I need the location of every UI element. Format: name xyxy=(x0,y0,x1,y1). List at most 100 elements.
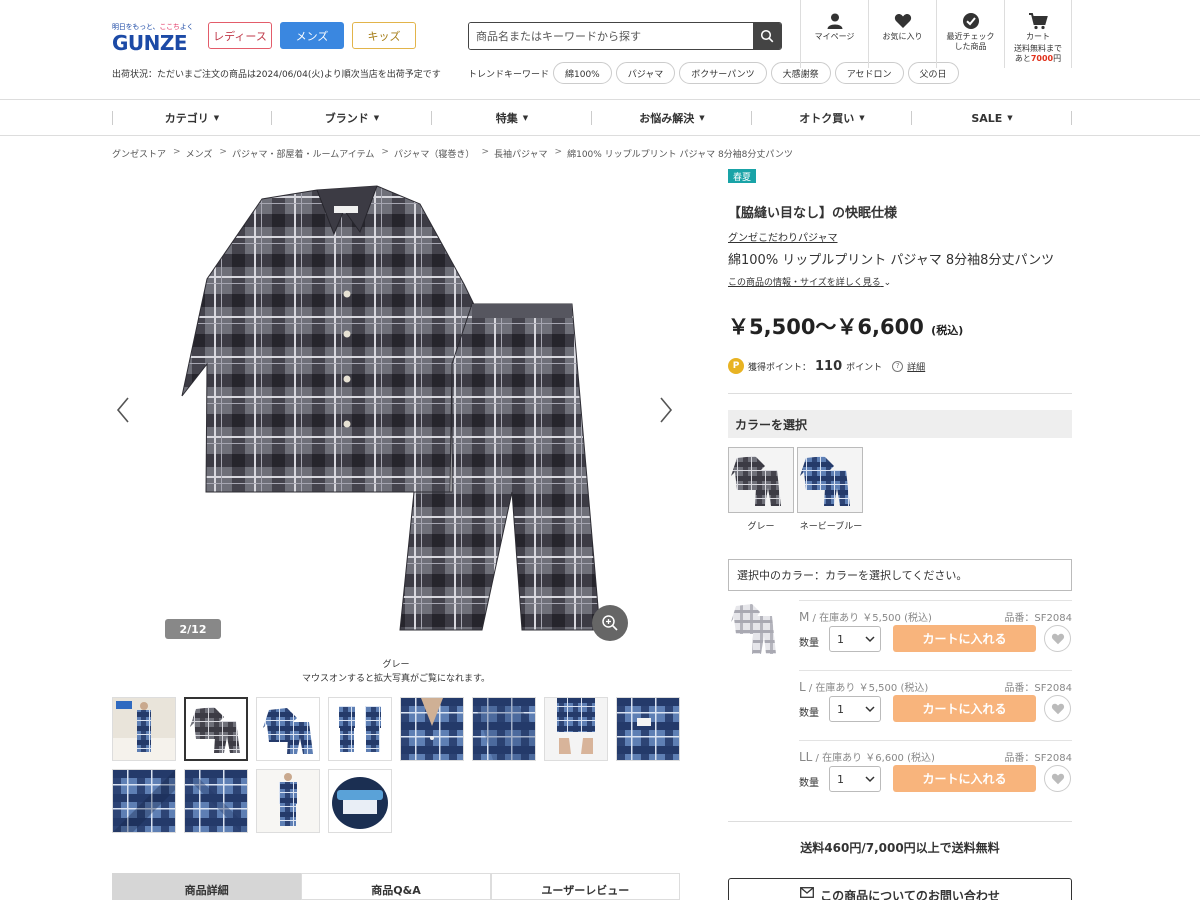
caret-down-icon: ▼ xyxy=(1007,114,1013,122)
tab-product-qa[interactable]: 商品Q&A xyxy=(301,873,491,900)
product-title: 綿100% リップルプリント パジャマ 8分袖8分丈パンツ xyxy=(728,253,1055,268)
zoom-button[interactable] xyxy=(592,605,628,641)
chevron-down-icon: ⌄ xyxy=(883,278,892,288)
thumbnail[interactable] xyxy=(328,769,392,833)
add-to-cart-button[interactable]: カートに入れる xyxy=(893,765,1036,792)
thumbnail[interactable] xyxy=(616,697,680,761)
add-to-cart-button[interactable]: カートに入れる xyxy=(893,625,1036,652)
nav-category[interactable]: カテゴリ ▼ xyxy=(112,101,272,135)
favorite-button[interactable] xyxy=(1044,695,1071,722)
breadcrumb-item[interactable]: パジャマ・部屋着・ルームアイテム xyxy=(232,147,374,160)
point-icon: P xyxy=(728,358,744,374)
breadcrumb-item[interactable]: パジャマ（寝巻き） xyxy=(394,147,475,160)
thumbnail[interactable] xyxy=(544,697,608,761)
mail-icon xyxy=(800,887,815,898)
caret-down-icon: ▼ xyxy=(213,114,220,122)
recently-viewed-link[interactable]: 最近チェック した商品 xyxy=(936,0,1004,68)
divider xyxy=(728,821,1072,822)
series-link[interactable]: グンゼこだわりパジャマ xyxy=(728,229,838,244)
trend-chip[interactable]: ボクサーパンツ xyxy=(679,62,767,84)
favorite-button[interactable] xyxy=(1044,625,1071,652)
detail-tabs: 商品詳細 商品Q&A ユーザーレビュー xyxy=(112,873,680,900)
thumbnail[interactable] xyxy=(112,769,176,833)
points-info: P 獲得ポイント： 110 ポイント ? 詳細 xyxy=(728,358,925,374)
quantity-select[interactable]: 1 xyxy=(829,766,881,792)
divider xyxy=(728,393,1072,394)
cart-icon xyxy=(1029,13,1048,30)
mens-button[interactable]: メンズ xyxy=(280,22,344,49)
mypage-link[interactable]: マイページ xyxy=(800,0,868,68)
nav-divider xyxy=(0,135,1200,136)
points-detail-link[interactable]: 詳細 xyxy=(907,360,925,373)
favorite-button[interactable] xyxy=(1044,765,1071,792)
product-price: ￥5,500〜￥6,600 (税込) xyxy=(728,315,964,339)
breadcrumb-item[interactable]: グンゼストア xyxy=(112,147,166,160)
color-select-heading: カラーを選択 xyxy=(728,410,1072,438)
search-input[interactable] xyxy=(469,23,753,49)
product-code: 品番：SF2084 xyxy=(1004,683,1072,694)
product-catchphrase: 【脇縫い目なし】の快眠仕様 xyxy=(728,206,898,221)
search-button[interactable] xyxy=(753,23,781,49)
thumbnail[interactable] xyxy=(184,769,248,833)
quantity-label: 数量 xyxy=(799,778,819,789)
search-box xyxy=(468,22,782,50)
ladies-button[interactable]: レディース xyxy=(208,22,272,49)
nav-deals[interactable]: オトク買い ▼ xyxy=(752,101,912,135)
recent-label-2: した商品 xyxy=(954,42,987,51)
nav-solutions[interactable]: お悩み解決 ▼ xyxy=(592,101,752,135)
image-counter: 2/12 xyxy=(165,619,221,639)
heart-icon xyxy=(1051,773,1064,784)
question-icon[interactable]: ? xyxy=(892,360,904,372)
thumbnail[interactable] xyxy=(400,697,464,761)
mypage-label: マイページ xyxy=(814,32,855,41)
product-inquiry-button[interactable]: この商品についてのお問い合わせ xyxy=(728,878,1072,900)
row-divider xyxy=(799,600,1072,601)
tab-product-detail[interactable]: 商品詳細 xyxy=(112,873,302,900)
chevron-down-icon xyxy=(865,776,875,783)
breadcrumb-item[interactable]: 長袖パジャマ xyxy=(494,147,548,160)
season-badge: 春夏 xyxy=(728,169,757,183)
site-header: 明日をもっと、ここちよく GUNZE レディース メンズ キッズ 出荷状況：ただ… xyxy=(0,0,1200,100)
gunze-logo[interactable]: 明日をもっと、ここちよく GUNZE xyxy=(112,22,194,55)
next-image-button[interactable] xyxy=(656,395,676,425)
favorites-link[interactable]: お気に入り xyxy=(868,0,936,68)
cart-label: カート xyxy=(1026,32,1050,41)
product-detail-link[interactable]: この商品の情報・サイズを詳しく見る ⌄ xyxy=(728,275,891,288)
size-row-l: L / 在庫あり ￥5,500 (税込) 品番：SF2084 数量 1 カートに… xyxy=(799,679,1072,741)
color-swatch-gray[interactable] xyxy=(728,447,794,513)
trend-chip[interactable]: パジャマ xyxy=(615,62,676,84)
nav-brand[interactable]: ブランド ▼ xyxy=(272,101,432,135)
caret-down-icon: ▼ xyxy=(699,114,705,122)
search-icon xyxy=(760,29,774,43)
kids-button[interactable]: キッズ xyxy=(352,22,416,49)
recent-label-1: 最近チェック xyxy=(946,32,995,41)
nav-sale[interactable]: SALE ▼ xyxy=(912,101,1072,135)
prev-image-button[interactable] xyxy=(113,395,133,425)
thumbnail[interactable] xyxy=(112,697,176,761)
thumbnail[interactable] xyxy=(472,697,536,761)
cart-link[interactable]: カート 送料無料まで あと7000円 xyxy=(1004,0,1072,68)
user-icon xyxy=(827,13,842,29)
logo-wordmark: GUNZE xyxy=(112,31,188,55)
trend-chip[interactable]: 綿100% xyxy=(553,62,612,84)
thumbnail[interactable] xyxy=(328,697,392,761)
breadcrumb-item[interactable]: メンズ xyxy=(186,147,213,160)
product-main-image[interactable] xyxy=(112,174,680,644)
product-code: 品番：SF2084 xyxy=(1004,613,1072,624)
color-swatch-navy[interactable] xyxy=(797,447,863,513)
quantity-select[interactable]: 1 xyxy=(829,696,881,722)
breadcrumb: グンゼストア > メンズ > パジャマ・部屋着・ルームアイテム > パジャマ（寝巻き）… xyxy=(112,147,793,160)
size-row-m: M / 在庫あり ￥5,500 (税込) 品番：SF2084 数量 1 カートに… xyxy=(799,609,1072,671)
selected-color-text: 選択中のカラー：カラーを選択してください。 xyxy=(728,559,1072,591)
nav-feature[interactable]: 特集 ▼ xyxy=(432,101,592,135)
trend-keywords-label: トレンドキーワード xyxy=(468,70,550,80)
size-row-ll: LL / 在庫あり ￥6,600 (税込) 品番：SF2084 数量 1 カート… xyxy=(799,749,1072,811)
thumbnail-active[interactable] xyxy=(184,697,248,761)
color-label: ネービーブルー xyxy=(799,522,863,532)
thumbnail[interactable] xyxy=(256,769,320,833)
tab-user-review[interactable]: ユーザーレビュー xyxy=(490,873,680,900)
thumbnail[interactable] xyxy=(256,697,320,761)
product-code: 品番：SF2084 xyxy=(1004,753,1072,764)
add-to-cart-button[interactable]: カートに入れる xyxy=(893,695,1036,722)
quantity-select[interactable]: 1 xyxy=(829,626,881,652)
